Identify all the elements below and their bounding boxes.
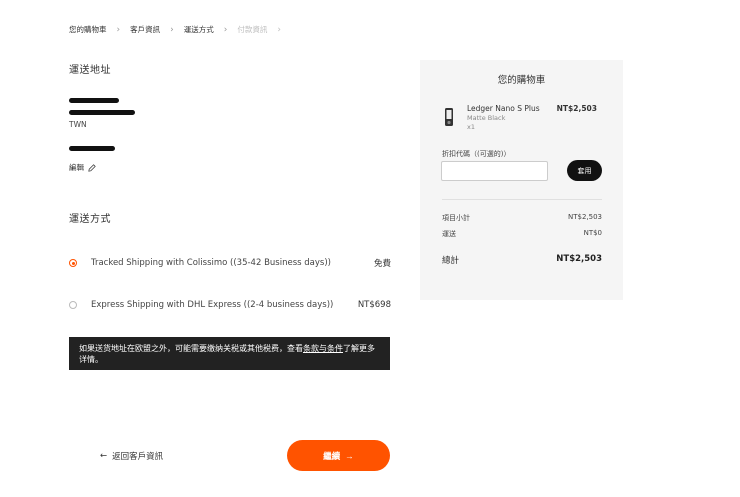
arrow-left-icon: ←: [100, 451, 108, 461]
chevron-right-icon: ›: [277, 24, 281, 35]
chevron-right-icon: ›: [223, 24, 228, 35]
shipping-address-heading: 運送地址: [69, 65, 111, 76]
total-row: 總計 NT$2,503: [442, 254, 602, 266]
redacted-address: [69, 110, 135, 115]
edit-label: 編輯: [69, 163, 84, 172]
shipping-option-price: NT$698: [357, 300, 391, 310]
cart-summary: 您的購物車 Ledger Nano S Plus Matte Black x1 …: [420, 60, 623, 300]
shipping-option-label: Tracked Shipping with Colissimo ((35-42 …: [91, 258, 331, 268]
product-image: [445, 108, 453, 126]
radio-unselected[interactable]: [69, 301, 77, 309]
breadcrumb-cart[interactable]: 您的購物車: [69, 24, 107, 35]
chevron-right-icon: ›: [170, 24, 174, 35]
breadcrumb: 您的購物車 › 客戶資訊 › 運送方式 › 付款資訊 ›: [69, 24, 291, 35]
breadcrumb-shipping: 運送方式: [183, 25, 214, 34]
apply-discount-button[interactable]: 套用: [567, 160, 602, 181]
breadcrumb-customer-info[interactable]: 客戶資訊: [130, 24, 160, 35]
address-country: TWN: [69, 120, 87, 129]
cart-title: 您的購物車: [497, 75, 546, 86]
shipping-option-dhl[interactable]: Express Shipping with DHL Express ((2-4 …: [69, 300, 391, 310]
customs-notice: 如果送货地址在欧盟之外，可能需要缴纳关税或其他税费，查看条款与条件了解更多详情。: [69, 337, 390, 370]
shipping-label: 運送: [442, 230, 456, 238]
product-price: NT$2,503: [556, 104, 597, 113]
notice-text-before: 如果送货地址在欧盟之外，可能需要缴纳关税或其他税费，查看: [79, 344, 303, 353]
shipping-option-label: Express Shipping with DHL Express ((2-4 …: [91, 300, 334, 310]
subtotal-value: NT$2,503: [567, 213, 602, 221]
terms-link[interactable]: 条款与条件: [303, 344, 343, 353]
redacted-name: [69, 98, 119, 103]
divider: [442, 199, 602, 200]
product-variant: Matte Black: [467, 114, 506, 122]
shipping-row: 運送 NT$0: [442, 229, 602, 239]
shipping-method-heading: 運送方式: [69, 214, 111, 225]
pencil-icon: [88, 163, 96, 172]
arrow-right-icon: →: [345, 450, 354, 461]
subtotal-label: 項目小計: [442, 214, 470, 222]
continue-button[interactable]: 繼續 →: [287, 440, 390, 471]
discount-label: 折扣代碼（(可選的)）: [442, 150, 511, 158]
radio-selected[interactable]: [69, 259, 77, 267]
back-label: 返回客戶資訊: [112, 452, 164, 462]
chevron-right-icon: ›: [116, 24, 121, 35]
product-name: Ledger Nano S Plus: [467, 104, 540, 113]
total-value: NT$2,503: [556, 254, 602, 264]
breadcrumb-payment: 付款資訊: [237, 25, 268, 34]
shipping-option-colissimo[interactable]: Tracked Shipping with Colissimo ((35-42 …: [69, 257, 391, 269]
edit-address-link[interactable]: 編輯: [69, 162, 96, 173]
product-quantity: x1: [467, 123, 475, 131]
continue-label: 繼續: [323, 450, 341, 461]
shipping-option-price: 免費: [373, 259, 391, 269]
discount-code-input[interactable]: [441, 161, 548, 181]
back-to-customer-info-link[interactable]: ← 返回客戶資訊: [100, 450, 163, 462]
shipping-value: NT$0: [583, 229, 602, 237]
total-label: 總計: [442, 256, 460, 266]
redacted-phone: [69, 146, 115, 151]
subtotal-row: 項目小計 NT$2,503: [442, 213, 602, 223]
